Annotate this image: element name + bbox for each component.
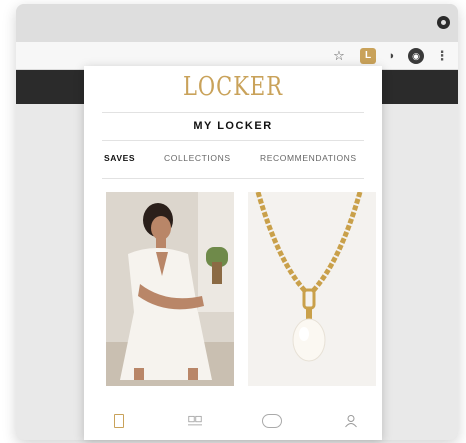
product-card-dress[interactable] (106, 192, 234, 386)
star-icon[interactable]: ☆ (331, 48, 347, 64)
menu-icon[interactable]: ⋮ (434, 48, 450, 64)
divider (102, 140, 364, 141)
locker-extension-icon[interactable]: L (360, 48, 376, 64)
tab-strip (16, 4, 458, 42)
divider (102, 178, 364, 179)
locker-popup: LOCKER MY LOCKER SAVES COLLECTIONS RECOM… (84, 66, 382, 440)
tab-recommendations[interactable]: RECOMMENDATIONS (260, 153, 357, 163)
profile-icon[interactable]: ◉ (408, 48, 424, 64)
divider (102, 112, 364, 113)
settings-icon[interactable] (437, 16, 450, 29)
saves-icon[interactable] (114, 414, 124, 428)
tab-bar: SAVES COLLECTIONS RECOMMENDATIONS (104, 153, 374, 167)
collections-icon[interactable] (188, 414, 202, 428)
rss-icon[interactable]: ◗ (384, 48, 400, 64)
page-title: MY LOCKER (193, 120, 273, 132)
tab-saves[interactable]: SAVES (104, 153, 135, 163)
product-card-necklace[interactable] (248, 192, 376, 386)
tab-collections[interactable]: COLLECTIONS (164, 153, 231, 163)
bottom-nav (84, 400, 382, 440)
locker-logo: LOCKER (182, 71, 284, 101)
gold-pearl-necklace-photo (248, 192, 376, 386)
account-icon[interactable] (344, 414, 358, 428)
recommendations-icon[interactable] (262, 414, 282, 428)
white-dress-photo (106, 192, 234, 386)
